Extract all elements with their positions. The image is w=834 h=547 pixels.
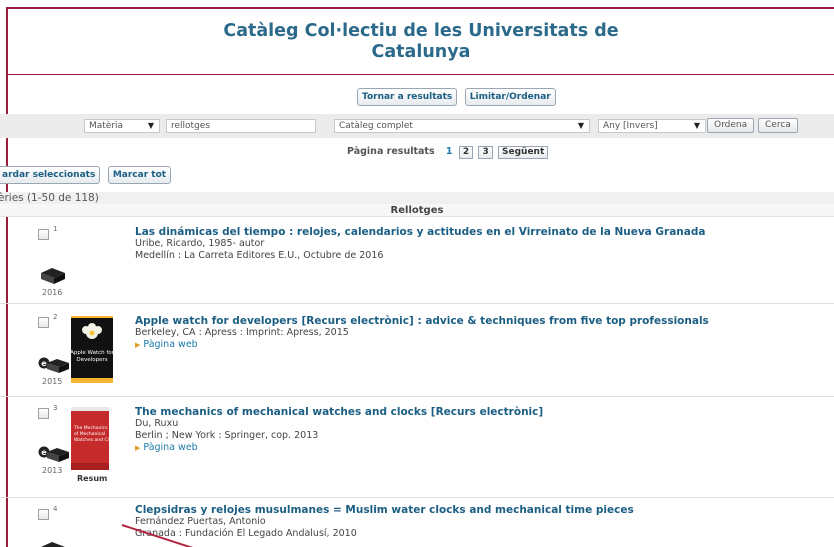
svg-text:e: e — [41, 359, 47, 368]
search-bar: Matèria ▼ rellotges Catàleg complet ▼ An… — [0, 114, 834, 138]
chevron-down-icon: ▼ — [147, 121, 154, 130]
record-imprint: Granada : Fundación El Legado Andalusí, … — [135, 528, 357, 539]
record-number: 3 — [53, 404, 58, 412]
record-imprint: Berlin ; New York : Springer, cop. 2013 — [135, 430, 319, 441]
record-year: 2013 — [42, 466, 63, 475]
current-page: 1 — [445, 146, 453, 157]
limit-sort-button[interactable]: Limitar/Ordenar — [464, 88, 556, 106]
results-count: èries (1-50 de 118) — [0, 192, 99, 204]
mark-all-button[interactable]: Marcar tot — [107, 166, 172, 184]
chevron-down-icon: ▼ — [693, 121, 700, 130]
web-page-link-label: Pàgina web — [143, 442, 198, 453]
chevron-down-icon: ▼ — [577, 121, 584, 130]
result-record: 3 The Mechanics of Mechanical Watches an… — [0, 398, 834, 498]
svg-text:e: e — [41, 448, 47, 457]
svg-text:Apple Watch for: Apple Watch for — [71, 350, 113, 356]
subject-heading: Rellotges — [0, 204, 834, 217]
top-actions: Tornar a resultats Limitar/Ordenar — [357, 88, 560, 106]
catalog-select[interactable]: Catàleg complet ▼ — [334, 119, 590, 133]
record-author: Uribe, Ricardo, 1985- autor — [135, 238, 265, 249]
book-cover-image: The Mechanics of Mechanical Watches and … — [71, 407, 109, 470]
sort-value: Any [Invers] — [603, 121, 658, 131]
catalog-header: Catàleg Col·lectiu de les Universitats d… — [8, 9, 834, 75]
page-3-link[interactable]: 3 — [478, 146, 493, 159]
svg-text:of Mechanical: of Mechanical — [74, 431, 105, 437]
record-imprint: Medellín : La Carreta Editores E.U., Oct… — [135, 250, 384, 261]
record-title-link[interactable]: The mechanics of mechanical watches and … — [135, 406, 543, 418]
results-header: èries (1-50 de 118) — [0, 192, 834, 204]
record-title-link[interactable]: Apple watch for developers [Recurs elect… — [135, 315, 709, 327]
record-checkbox[interactable] — [38, 408, 49, 419]
record-imprint: Berkeley, CA : Apress : Imprint: Apress,… — [135, 327, 349, 338]
record-title-link[interactable]: Clepsidras y relojes musulmanes = Muslim… — [135, 504, 634, 516]
search-input[interactable]: rellotges — [166, 119, 316, 133]
record-number: 2 — [53, 313, 58, 321]
ebook-icon: e — [38, 446, 69, 462]
catalog-value: Catàleg complet — [339, 121, 413, 131]
search-query-value: rellotges — [171, 121, 211, 131]
search-field-value: Matèria — [89, 121, 124, 131]
book-icon — [41, 268, 65, 284]
book-cover-image: Apple Watch for Developers — [71, 316, 113, 383]
sort-button[interactable]: Ordena — [707, 118, 755, 133]
web-page-link[interactable]: ▶ Pàgina web — [135, 442, 198, 453]
record-year: 2015 — [42, 377, 63, 386]
result-record: 1 Las dinámicas del tiempo : relojes, ca… — [0, 217, 834, 304]
record-number: 1 — [53, 225, 58, 233]
pagination: Pàgina resultats 1 2 3 Següent — [347, 146, 550, 159]
web-page-link-label: Pàgina web — [143, 339, 198, 350]
record-checkbox[interactable] — [38, 317, 49, 328]
page-2-link[interactable]: 2 — [458, 146, 474, 159]
save-selected-button[interactable]: ardar seleccionats — [0, 166, 101, 184]
result-record: 4 Clepsidras y relojes musulmanes = Musl… — [0, 499, 834, 547]
back-to-results-button[interactable]: Tornar a resultats — [357, 88, 458, 106]
svg-text:The Mechanics: The Mechanics — [73, 425, 108, 431]
sort-select[interactable]: Any [Invers] ▼ — [598, 119, 706, 133]
svg-text:Developers: Developers — [76, 357, 107, 363]
search-button[interactable]: Cerca — [758, 118, 798, 133]
record-author: Du, Ruxu — [135, 418, 179, 429]
book-icon — [41, 542, 65, 547]
search-field-select[interactable]: Matèria ▼ — [84, 119, 160, 133]
page-title-line-2: Catalunya — [371, 42, 471, 62]
record-checkbox[interactable] — [38, 509, 49, 520]
record-year: 2016 — [42, 288, 63, 297]
record-title-link[interactable]: Las dinámicas del tiempo : relojes, cale… — [135, 226, 705, 238]
triangle-right-icon: ▶ — [135, 444, 141, 452]
ebook-icon: e — [38, 357, 69, 373]
record-checkbox[interactable] — [38, 229, 49, 240]
page-title-line-1: Catàleg Col·lectiu de les Universitats d… — [223, 21, 619, 41]
pagination-label: Pàgina resultats — [347, 146, 435, 157]
next-page-link[interactable]: Següent — [498, 146, 549, 159]
triangle-right-icon: ▶ — [135, 341, 141, 349]
selection-actions: ardar seleccionats Marcar tot — [0, 166, 175, 184]
page-title: Catàleg Col·lectiu de les Universitats d… — [8, 21, 834, 63]
web-page-link[interactable]: ▶ Pàgina web — [135, 339, 198, 350]
svg-text:Watches and Clocks: Watches and Clocks — [74, 437, 109, 443]
record-author: Fernández Puertas, Antonio — [135, 516, 266, 527]
result-record: 2 Apple Watch for Developers Apple watch… — [0, 305, 834, 397]
record-number: 4 — [53, 505, 58, 513]
summary-label[interactable]: Resum — [77, 474, 107, 483]
